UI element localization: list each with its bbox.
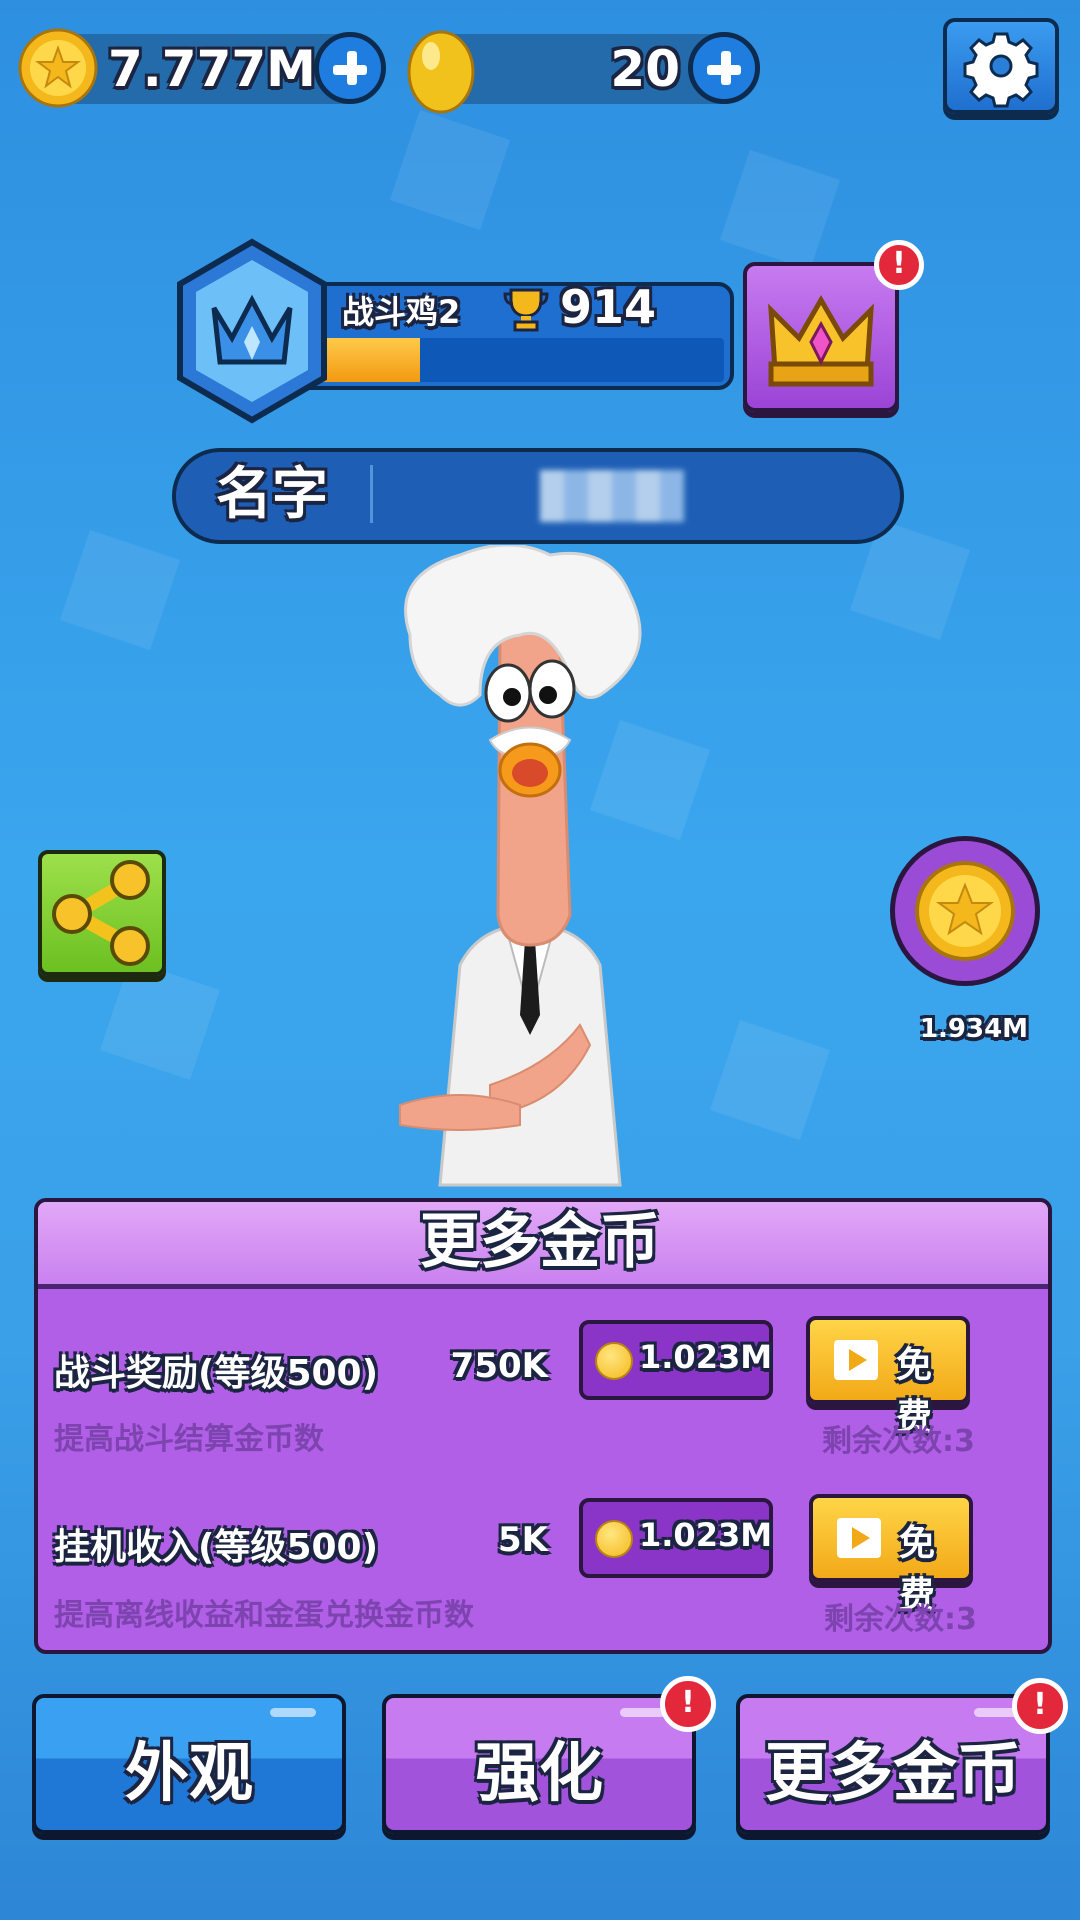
- battle-reward-amount: 750K: [450, 1346, 548, 1386]
- battle-reward-upgrade-button[interactable]: 1.023M: [579, 1320, 773, 1400]
- coin-icon: [595, 1342, 633, 1380]
- tab-more-coins-label: 更多金币: [765, 1737, 1021, 1811]
- chicken-scientist-character: [399, 545, 642, 1187]
- idle-income-remaining: 剩余次数:3: [824, 1602, 977, 1637]
- video-play-icon: [834, 1340, 878, 1380]
- gold-coin-icon: [915, 861, 1015, 961]
- player-name-redacted: [540, 470, 684, 522]
- battle-reward-remaining: 剩余次数:3: [822, 1424, 975, 1459]
- video-play-icon: [837, 1518, 881, 1558]
- crown-rewards-button[interactable]: [743, 262, 899, 412]
- idle-income-amount: 5K: [497, 1520, 548, 1560]
- golden-egg-icon: [407, 30, 475, 114]
- battle-reward-title: 战斗奖励(等级500): [54, 1353, 379, 1394]
- tab-appearance[interactable]: 外观: [32, 1694, 346, 1834]
- name-divider: [370, 465, 373, 523]
- more-coins-alert-badge: !: [1012, 1678, 1068, 1734]
- tab-upgrade[interactable]: 强化: [382, 1694, 696, 1834]
- trophy-icon: [503, 288, 549, 332]
- rank-progress-bar: [318, 338, 724, 382]
- upgrade-cost: 1.023M: [639, 1338, 773, 1376]
- panel-title: 更多金币: [420, 1207, 660, 1277]
- crown-alert-badge: !: [874, 240, 924, 290]
- egg-balance: 20: [610, 40, 680, 98]
- crown-icon: [768, 295, 874, 387]
- tab-more-coins[interactable]: 更多金币: [736, 1694, 1050, 1834]
- tab-appearance-label: 外观: [125, 1737, 253, 1811]
- collect-coins-value: 1.934M: [919, 1014, 1029, 1044]
- battle-reward-description: 提高战斗结算金币数: [54, 1422, 324, 1457]
- idle-income-description: 提高离线收益和金蛋兑换金币数: [54, 1598, 474, 1633]
- coin-balance: 7.777M: [108, 40, 316, 98]
- trophy-count: 914: [560, 280, 657, 334]
- rank-badge-icon: [177, 238, 327, 424]
- rank-progress-fill: [318, 338, 420, 382]
- player-name-label: 名字: [216, 462, 328, 527]
- gear-icon: [963, 32, 1039, 108]
- battle-reward-free-button[interactable]: 免费: [806, 1316, 970, 1438]
- share-icon: [52, 860, 150, 966]
- add-coins-button[interactable]: [314, 32, 386, 104]
- settings-button[interactable]: [943, 18, 1059, 114]
- rank-name: 战斗鸡2: [342, 293, 461, 331]
- collect-coins-button[interactable]: [890, 836, 1040, 986]
- coin-icon: [595, 1520, 633, 1558]
- upgrade-cost: 1.023M: [639, 1516, 773, 1554]
- idle-income-upgrade-button[interactable]: 1.023M: [579, 1498, 773, 1578]
- add-eggs-button[interactable]: [688, 32, 760, 104]
- upgrade-alert-badge: !: [660, 1676, 716, 1732]
- tab-upgrade-label: 强化: [475, 1737, 603, 1811]
- idle-income-free-button[interactable]: 免费: [809, 1494, 973, 1616]
- share-button[interactable]: [38, 850, 166, 976]
- idle-income-title: 挂机收入(等级500): [54, 1527, 379, 1568]
- gold-coin-icon: [18, 28, 98, 108]
